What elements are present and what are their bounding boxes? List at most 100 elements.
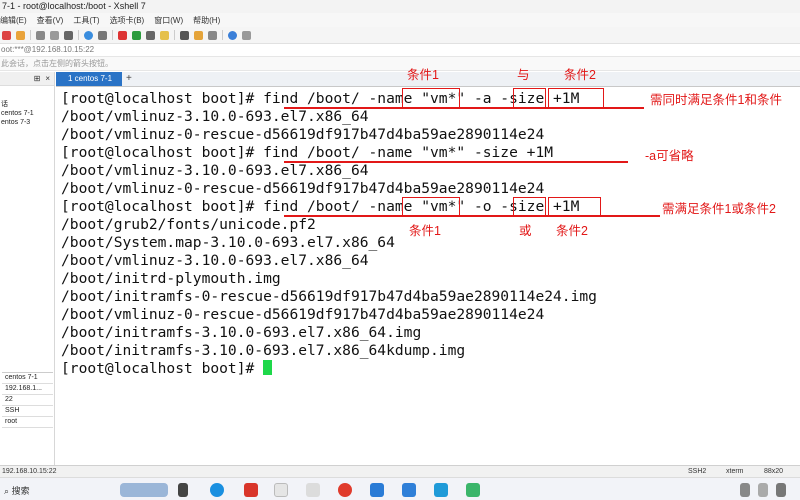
session-manager-pane: ⊞ × 话 centos 7-1 entos 7-3 centos 7-1 19… [0,72,55,465]
status-size: 88x20 [764,468,784,475]
highlight-box-name-2 [402,197,460,217]
terminal-line: /boot/System.map-3.10.0-693.el7.x86_64 [61,234,395,251]
annotation-condition1-top: 条件1 [407,68,439,82]
globe-icon[interactable] [84,30,93,40]
fullscreen-icon[interactable] [146,30,155,40]
taskbar-thumbnail[interactable] [120,483,168,497]
prop-port: 22 [2,395,53,406]
highlight-box-name [402,88,460,108]
toolbar-divider [222,30,223,40]
close-icon[interactable]: × [45,74,50,83]
highlight-box-o [513,197,546,217]
highlight-box-size-2 [548,197,601,217]
paste-icon[interactable] [50,30,59,40]
xftp-icon[interactable] [118,30,127,40]
tree-item[interactable]: 话 [0,100,54,109]
tray-icon-2[interactable] [758,483,768,497]
terminal-line: [root@localhost boot]# find /boot/ -name… [61,198,580,215]
address-bar[interactable]: oot:***@192.168.10.15:22 [0,44,800,57]
copy-icon[interactable] [36,30,45,40]
task-view-icon[interactable] [178,483,188,497]
search-icon[interactable] [64,30,73,40]
underline-command-2 [284,161,628,163]
annotation-and: 与 [517,68,530,82]
highlight-box-a [513,88,546,108]
keyboard-icon[interactable] [180,30,189,40]
menu-bar: 编辑(E) 查看(V) 工具(T) 选项卡(B) 窗口(W) 帮助(H) [0,13,800,27]
more-icon[interactable] [242,30,251,40]
toolbar-divider [112,30,113,40]
prop-user: root [2,417,53,428]
session-pane-header: ⊞ × [0,72,54,86]
annotation-note-and: 需同时满足条件1和条件 [650,93,782,107]
toolbar-divider [30,30,31,40]
pin-icon[interactable]: ⊞ [34,74,41,83]
window-title: 7-1 - root@localhost:/boot - Xshell 7 [0,0,800,13]
app-icon-3[interactable] [434,483,448,497]
underline-command-1 [284,107,644,109]
transfer-icon[interactable] [132,30,141,40]
menu-tabs[interactable]: 选项卡(B) [110,15,145,26]
annotation-condition2-bottom: 条件2 [556,224,588,238]
tray-icon-3[interactable] [776,483,786,497]
menu-window[interactable]: 窗口(W) [154,15,183,26]
taskbar-search[interactable]: ⌕ 搜索 [4,484,30,498]
session-properties: centos 7-1 192.168.1... 22 SSH root [2,372,53,428]
tray-icon[interactable] [740,483,750,497]
terminal-line: /boot/initramfs-3.10.0-693.el7.x86_64kdu… [61,342,466,359]
terminal-line: /boot/grub2/fonts/unicode.pf2 [61,216,316,233]
toolbar [0,27,800,44]
terminal-line: /boot/initramfs-0-rescue-d56619df917b47d… [61,288,597,305]
tree-item[interactable]: entos 7-3 [0,118,54,127]
app-icon[interactable] [370,483,384,497]
windows-taskbar: ⌕ 搜索 [0,477,800,500]
taskbar-search-label: 搜索 [11,486,30,496]
session-tree: 话 centos 7-1 entos 7-3 [0,100,54,127]
prop-host: 192.168.1... [2,384,53,395]
lock-icon[interactable] [160,30,169,40]
terminal-line: /boot/vmlinuz-3.10.0-693.el7.x86_64 [61,108,369,125]
help-icon[interactable] [228,30,237,40]
tree-item[interactable]: centos 7-1 [0,109,54,118]
new-session-icon[interactable] [2,30,11,40]
annotation-condition2-top: 条件2 [564,68,596,82]
font-icon[interactable] [98,30,107,40]
menu-help[interactable]: 帮助(H) [193,15,220,26]
tab-centos-7-1[interactable]: 1 centos 7-1 [56,72,123,86]
status-terminal-type: xterm [726,468,744,475]
terminal-line: /boot/initramfs-3.10.0-693.el7.x86_64.im… [61,324,422,341]
terminal-line: /boot/initrd-plymouth.img [61,270,281,287]
menu-view[interactable]: 查看(V) [37,15,64,26]
wps-icon[interactable] [244,483,258,497]
prop-protocol: SSH [2,406,53,417]
terminal-line: /boot/vmlinuz-0-rescue-d56619df917b47d4b… [61,306,545,323]
explorer-icon[interactable] [274,483,288,497]
terminal-line: /boot/vmlinuz-3.10.0-693.el7.x86_64 [61,162,369,179]
app-icon-2[interactable] [402,483,416,497]
open-folder-icon[interactable] [16,30,25,40]
terminal-line: [root@localhost boot]# find /boot/ -name… [61,144,554,161]
terminal-line: [root@localhost boot]# find /boot/ -name… [61,90,580,107]
prop-name: centos 7-1 [2,373,53,384]
toolbar-divider [174,30,175,40]
annotation-condition1-bottom: 条件1 [409,224,441,238]
menu-tools[interactable]: 工具(T) [73,15,99,26]
script-icon[interactable] [194,30,203,40]
search-icon: ⌕ [4,486,10,496]
menu-edit[interactable]: 编辑(E) [0,15,27,26]
terminal-cursor [263,360,273,375]
underline-command-3 [284,215,660,217]
add-tab-button[interactable]: + [122,72,136,86]
terminal-line: /boot/vmlinuz-3.10.0-693.el7.x86_64 [61,252,369,269]
text-icon[interactable] [306,483,320,497]
terminal-line: /boot/vmlinuz-0-rescue-d56619df917b47d4b… [61,126,545,143]
status-address: 192.168.10.15:22 [2,468,57,475]
app-icon-4[interactable] [466,483,480,497]
annotation-or: 或 [519,224,532,238]
hint-bar: 此会话，点击左侧的箭头按钮。 [0,57,800,71]
terminal-area[interactable]: [root@localhost boot]# find /boot/ -name… [56,88,800,460]
terminal-line: /boot/vmlinuz-0-rescue-d56619df917b47d4b… [61,180,545,197]
layout-icon[interactable] [208,30,217,40]
edge-icon[interactable] [210,483,224,497]
xshell-icon[interactable] [338,483,352,497]
